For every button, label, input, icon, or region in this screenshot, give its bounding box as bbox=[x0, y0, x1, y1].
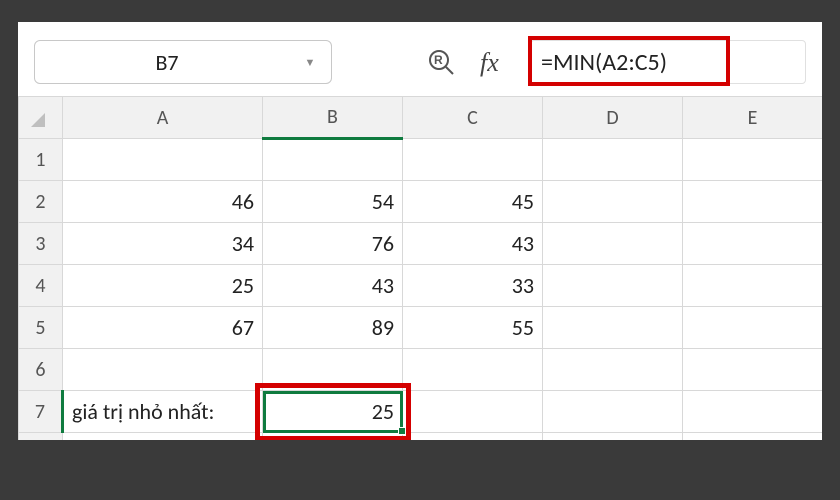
cell-A6[interactable] bbox=[63, 349, 263, 391]
cell-D1[interactable] bbox=[543, 139, 683, 181]
select-all-corner[interactable] bbox=[19, 97, 63, 139]
bottom-bar bbox=[18, 440, 822, 478]
row-header-1[interactable]: 1 bbox=[19, 139, 63, 181]
cell-B1[interactable] bbox=[263, 139, 403, 181]
formula-text: =MIN(A2:C5) bbox=[541, 48, 667, 77]
cell-E3[interactable] bbox=[683, 223, 823, 265]
cell-E8[interactable] bbox=[683, 433, 823, 441]
app-window: B7 ▼ R fx =MIN(A2:C5) bbox=[16, 20, 824, 480]
row-header-6[interactable]: 6 bbox=[19, 349, 63, 391]
name-box-value: B7 bbox=[35, 49, 299, 76]
cell-C4[interactable]: 33 bbox=[403, 265, 543, 307]
row-header-3[interactable]: 3 bbox=[19, 223, 63, 265]
cell-B3[interactable]: 76 bbox=[263, 223, 403, 265]
cell-B8[interactable] bbox=[263, 433, 403, 441]
cell-B2[interactable]: 54 bbox=[263, 181, 403, 223]
fx-icon[interactable]: fx bbox=[478, 47, 512, 77]
row-header-8[interactable]: 8 bbox=[19, 433, 63, 441]
cell-D5[interactable] bbox=[543, 307, 683, 349]
cell-A8[interactable] bbox=[63, 433, 263, 441]
cell-B4[interactable]: 43 bbox=[263, 265, 403, 307]
col-header-B[interactable]: B bbox=[263, 97, 403, 139]
cell-D2[interactable] bbox=[543, 181, 683, 223]
row-header-5[interactable]: 5 bbox=[19, 307, 63, 349]
cell-E7[interactable] bbox=[683, 391, 823, 433]
cell-E1[interactable] bbox=[683, 139, 823, 181]
cell-E2[interactable] bbox=[683, 181, 823, 223]
cell-C7[interactable] bbox=[403, 391, 543, 433]
cell-B5[interactable]: 89 bbox=[263, 307, 403, 349]
column-header-row: A B C D E bbox=[19, 97, 823, 139]
row-header-7[interactable]: 7 bbox=[19, 391, 63, 433]
cell-E5[interactable] bbox=[683, 307, 823, 349]
cell-D3[interactable] bbox=[543, 223, 683, 265]
col-header-D[interactable]: D bbox=[543, 97, 683, 139]
cell-A3[interactable]: 34 bbox=[63, 223, 263, 265]
spreadsheet-grid[interactable]: A B C D E 1 2 46 54 45 3 34 76 43 4 25 4… bbox=[18, 96, 822, 440]
chevron-down-icon[interactable]: ▼ bbox=[299, 56, 321, 69]
row-header-2[interactable]: 2 bbox=[19, 181, 63, 223]
cell-E6[interactable] bbox=[683, 349, 823, 391]
cell-D7[interactable] bbox=[543, 391, 683, 433]
cell-C3[interactable]: 43 bbox=[403, 223, 543, 265]
cell-C1[interactable] bbox=[403, 139, 543, 181]
formula-bar-area: B7 ▼ R fx =MIN(A2:C5) bbox=[18, 22, 822, 96]
col-header-A[interactable]: A bbox=[63, 97, 263, 139]
cell-C2[interactable]: 45 bbox=[403, 181, 543, 223]
col-header-E[interactable]: E bbox=[683, 97, 823, 139]
svg-text:fx: fx bbox=[480, 48, 499, 77]
cell-C6[interactable] bbox=[403, 349, 543, 391]
fill-handle[interactable] bbox=[398, 427, 406, 435]
cell-A7[interactable]: giá trị nhỏ nhất: bbox=[63, 391, 263, 433]
cell-A4[interactable]: 25 bbox=[63, 265, 263, 307]
cell-C8[interactable] bbox=[403, 433, 543, 441]
cell-C5[interactable]: 55 bbox=[403, 307, 543, 349]
formula-input[interactable]: =MIN(A2:C5) bbox=[530, 40, 806, 84]
cell-D4[interactable] bbox=[543, 265, 683, 307]
col-header-C[interactable]: C bbox=[403, 97, 543, 139]
cell-E4[interactable] bbox=[683, 265, 823, 307]
svg-text:R: R bbox=[434, 53, 443, 67]
row-header-4[interactable]: 4 bbox=[19, 265, 63, 307]
zoom-icon[interactable]: R bbox=[426, 47, 460, 77]
cell-D8[interactable] bbox=[543, 433, 683, 441]
cell-B7[interactable]: 25 bbox=[263, 391, 403, 433]
grid-table: A B C D E 1 2 46 54 45 3 34 76 43 4 25 4… bbox=[18, 96, 822, 440]
name-box[interactable]: B7 ▼ bbox=[34, 40, 332, 84]
cell-A2[interactable]: 46 bbox=[63, 181, 263, 223]
cell-B6[interactable] bbox=[263, 349, 403, 391]
cell-D6[interactable] bbox=[543, 349, 683, 391]
cell-A1[interactable] bbox=[63, 139, 263, 181]
cell-A5[interactable]: 67 bbox=[63, 307, 263, 349]
